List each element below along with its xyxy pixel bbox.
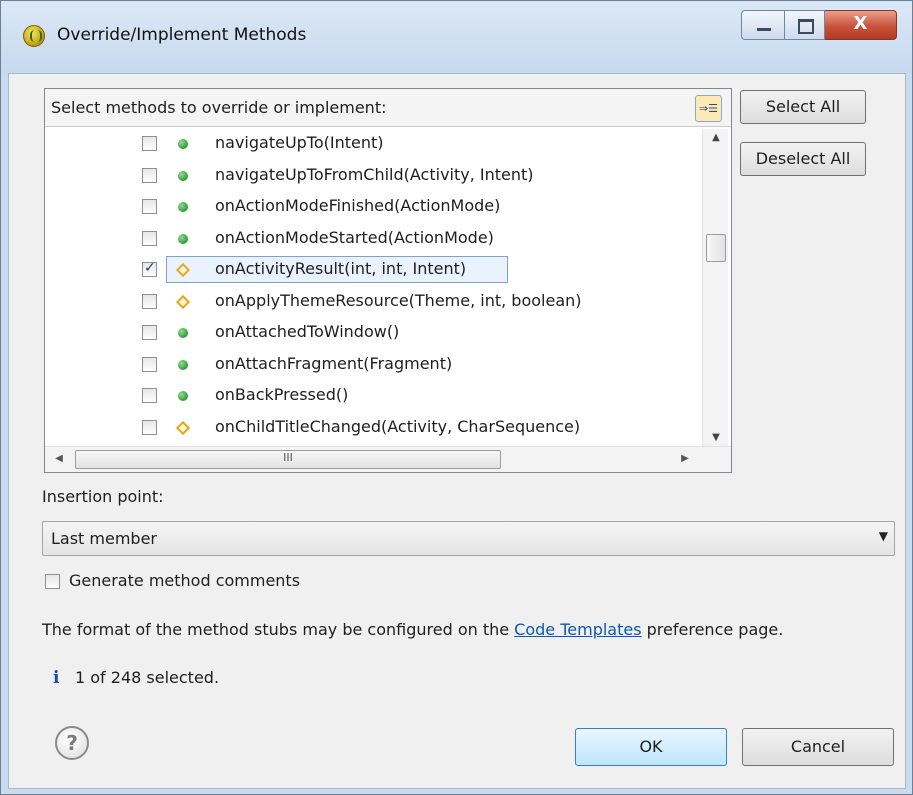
method-checkbox[interactable]: [142, 136, 157, 151]
title-bar[interactable]: Override/Implement Methods X: [1, 1, 912, 73]
vertical-scroll-thumb[interactable]: [706, 234, 726, 262]
selection-status: 1 of 248 selected.: [75, 668, 220, 687]
close-icon: X: [853, 13, 868, 34]
horizontal-scroll-thumb[interactable]: III: [75, 450, 501, 469]
methods-tree-header: Select methods to override or implement:…: [45, 89, 731, 127]
method-row[interactable]: onAttachedToWindow(): [45, 318, 702, 347]
deselect-all-button[interactable]: Deselect All: [740, 142, 866, 176]
method-checkbox[interactable]: [142, 325, 157, 340]
eclipse-app-icon: [23, 25, 45, 47]
sort-by-type-icon[interactable]: ⇒☰: [695, 95, 722, 122]
insertion-point-label: Insertion point:: [42, 487, 164, 506]
maximize-button[interactable]: [785, 10, 825, 40]
dialog-window: Override/Implement Methods X Select meth…: [0, 0, 913, 795]
vertical-scrollbar[interactable]: ▲ ▼: [702, 129, 728, 446]
method-label: onAttachFragment(Fragment): [215, 353, 453, 373]
generate-comments-checkbox[interactable]: [45, 574, 60, 589]
method-row[interactable]: onBackPressed(): [45, 381, 702, 410]
method-row[interactable]: onChildTitleChanged(Activity, CharSequen…: [45, 413, 702, 442]
public-method-icon: [178, 202, 188, 212]
method-checkbox[interactable]: [142, 199, 157, 214]
protected-method-icon: [175, 294, 191, 309]
insertion-point-select[interactable]: Last member ▼: [42, 521, 895, 556]
method-checkbox[interactable]: [142, 356, 157, 372]
close-button[interactable]: X: [825, 10, 897, 40]
method-label: navigateUpToFromChild(Activity, Intent): [215, 164, 534, 184]
method-label: onActionModeStarted(ActionMode): [215, 227, 494, 247]
generate-comments-label[interactable]: Generate method comments: [69, 571, 300, 590]
method-checkbox[interactable]: [142, 293, 157, 309]
ok-button[interactable]: OK: [575, 728, 727, 766]
window-controls: X: [741, 10, 897, 40]
method-label: navigateUpTo(Intent): [215, 133, 384, 152]
method-row[interactable]: navigateUpToFromChild(Activity, Intent): [45, 161, 702, 190]
method-row[interactable]: navigateUpTo(Intent): [45, 129, 702, 158]
horizontal-scrollbar[interactable]: ◀ III ▶: [45, 446, 731, 472]
method-row[interactable]: onActionModeFinished(ActionMode): [45, 192, 702, 221]
public-method-icon: [178, 139, 188, 149]
methods-tree[interactable]: Select methods to override or implement:…: [44, 88, 732, 473]
method-label: onActionModeFinished(ActionMode): [215, 196, 501, 215]
method-row[interactable]: onAttachFragment(Fragment): [45, 350, 702, 379]
public-method-icon: [178, 328, 188, 338]
select-all-button[interactable]: Select All: [740, 90, 866, 124]
public-method-icon: [178, 359, 188, 370]
public-method-icon: [178, 170, 188, 181]
info-text-after: preference page.: [641, 620, 784, 639]
chevron-down-icon: ▼: [878, 529, 888, 543]
method-label: onAttachedToWindow(): [215, 322, 400, 341]
methods-list: navigateUpTo(Intent) navigateUpToFromChil…: [45, 129, 702, 446]
window-title: Override/Implement Methods: [57, 25, 307, 45]
method-label: onApplyThemeResource(Theme, int, boolean…: [215, 290, 582, 310]
minimize-button[interactable]: [741, 10, 785, 40]
method-row[interactable]: onActivityResult(int, int, Intent): [45, 255, 702, 284]
code-templates-link[interactable]: Code Templates: [514, 620, 641, 639]
info-text-before: The format of the method stubs may be co…: [42, 620, 515, 639]
insertion-point-value: Last member: [51, 529, 158, 548]
dialog-content: Select methods to override or implement:…: [8, 73, 906, 789]
method-checkbox[interactable]: [142, 167, 157, 183]
public-method-icon: [178, 233, 188, 244]
scroll-left-icon[interactable]: ◀: [49, 453, 69, 464]
scroll-down-icon[interactable]: ▼: [703, 432, 729, 443]
methods-tree-label: Select methods to override or implement:: [51, 98, 387, 117]
help-icon[interactable]: ?: [55, 726, 89, 760]
cancel-button[interactable]: Cancel: [742, 728, 894, 766]
template-info-text: The format of the method stubs may be co…: [42, 620, 783, 639]
method-label: onActivityResult(int, int, Intent): [215, 259, 467, 278]
scroll-grip: III: [283, 451, 293, 464]
scroll-up-icon[interactable]: ▲: [703, 132, 729, 143]
method-row[interactable]: onApplyThemeResource(Theme, int, boolean…: [45, 287, 702, 316]
method-row[interactable]: onActionModeStarted(ActionMode): [45, 224, 702, 253]
protected-method-icon: [175, 420, 191, 435]
scroll-right-icon[interactable]: ▶: [675, 453, 695, 464]
method-label: onChildTitleChanged(Activity, CharSequen…: [215, 416, 581, 436]
public-method-icon: [178, 391, 188, 401]
method-checkbox[interactable]: [142, 260, 157, 277]
method-label: onBackPressed(): [215, 385, 349, 404]
method-checkbox[interactable]: [142, 388, 157, 403]
info-icon: i: [53, 668, 60, 688]
method-checkbox[interactable]: [142, 230, 157, 246]
method-checkbox[interactable]: [142, 419, 157, 435]
